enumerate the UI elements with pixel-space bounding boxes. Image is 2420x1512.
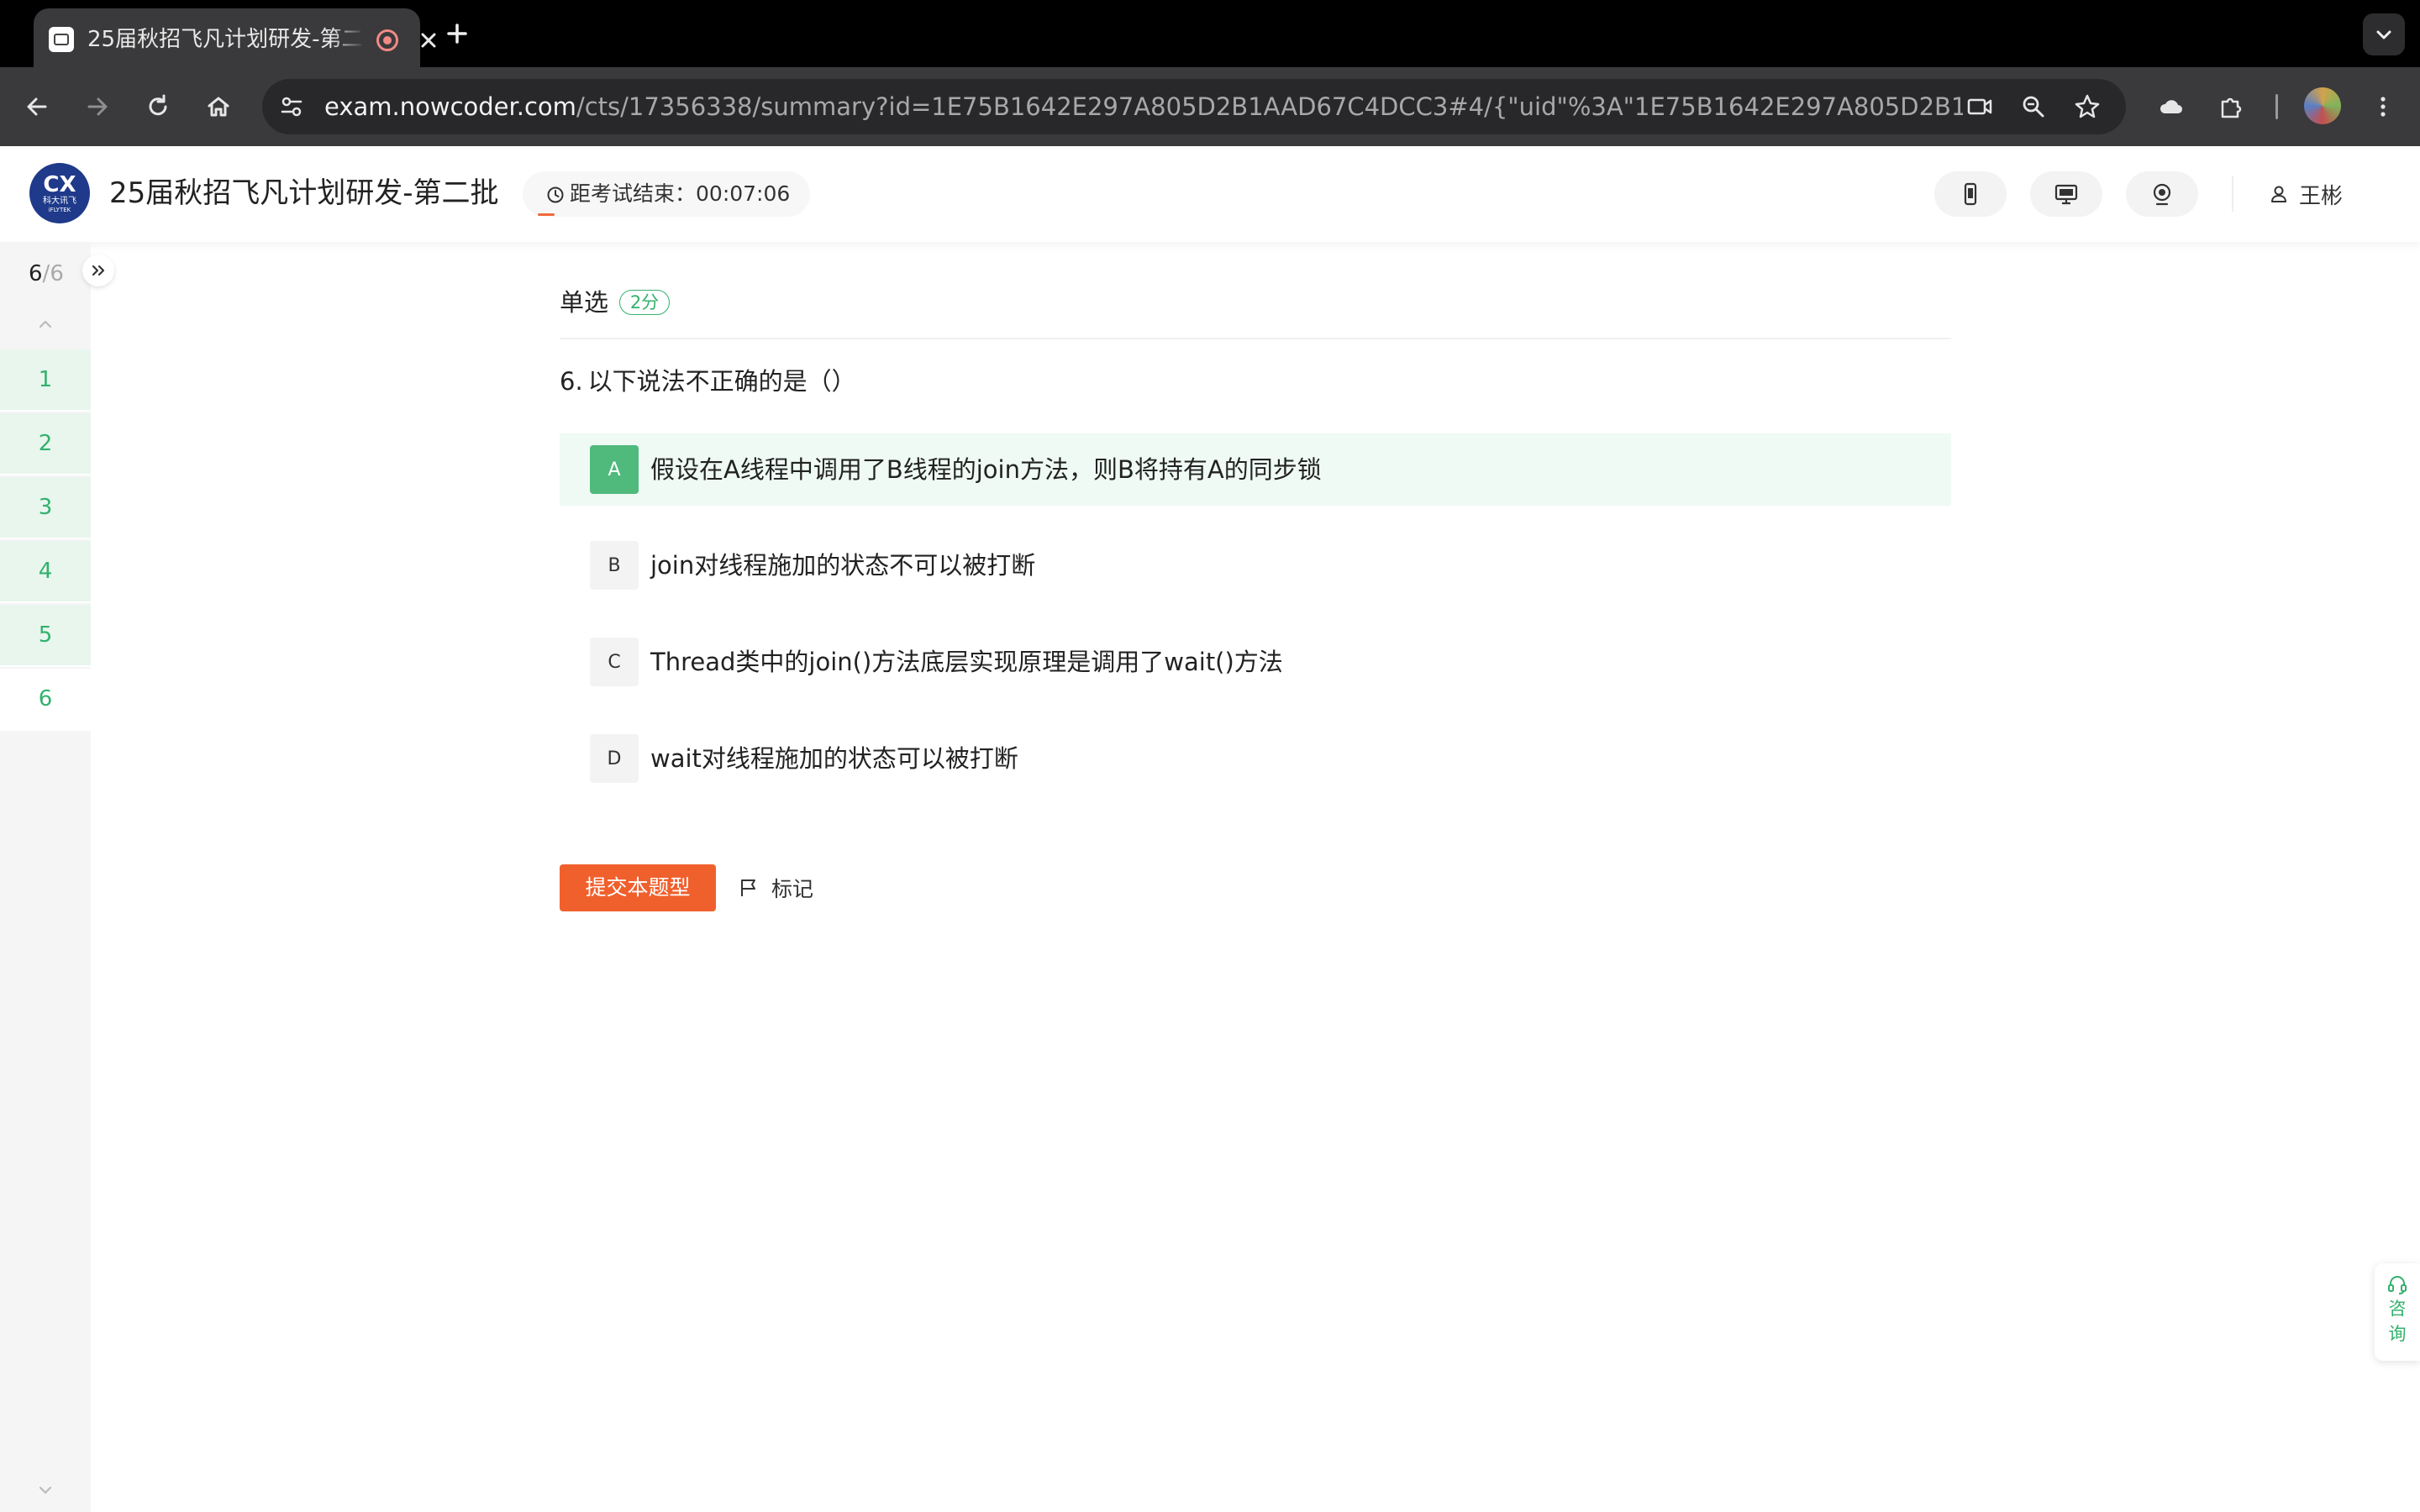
option-b[interactable]: Bjoin对线程施加的状态不可以被打断 [560,529,1951,601]
tab-search-chevron-icon[interactable] [2363,13,2405,55]
option-text: join对线程施加的状态不可以被打断 [650,551,1036,580]
option-text: 假设在A线程中调用了B线程的join方法，则B将持有A的同步锁 [650,455,1322,484]
expand-sidebar-button[interactable] [82,255,114,286]
kebab-menu-icon[interactable] [2363,87,2403,127]
address-bar[interactable]: exam.nowcoder.com/cts/17356338/summary?i… [262,79,2126,134]
question-nav-item[interactable]: 4 [0,541,91,603]
browser-tab[interactable]: 25届秋招飞凡计划研发-第二批 [34,8,436,67]
camera-monitor-button[interactable] [2126,171,2198,217]
double-chevron-right-icon [92,265,105,276]
reload-icon[interactable] [138,87,178,127]
phone-icon [1964,182,1977,206]
iflytek-logo: CX 科大讯飞 iFLYTEK [29,163,90,223]
arrow-left-icon[interactable] [17,87,57,127]
consult-label-1: 咨 [2388,1299,2407,1319]
option-a[interactable]: A 假设在A线程中调用了B线程的join方法，则B将持有A的同步锁 [560,433,1951,506]
question-counter: 6/6 [29,260,64,287]
timer-label: 距考试结束： [570,181,697,206]
chevron-down-icon[interactable] [34,1478,57,1502]
exam-timer: 距考试结束：00:07:06 [523,171,810,217]
user-icon [2271,186,2286,202]
page-title: 25届秋招飞凡计划研发-第二批 [109,176,499,210]
timer-value: 00:07:06 [696,181,791,206]
browser-tab-bar: 25届秋招飞凡计划研发-第二批 [0,0,2420,67]
phone-monitor-button[interactable] [1934,171,2007,217]
nowcoder-favicon-icon [49,27,74,52]
option-text: Thread类中的join()方法底层实现原理是调用了wait()方法 [650,648,1283,676]
logo-mark: CX [43,171,76,197]
consult-widget[interactable]: 咨 询 [2375,1263,2420,1361]
toolbar-divider [2275,94,2278,119]
zoom-icon[interactable] [2013,87,2054,127]
webcam-icon [2153,183,2171,206]
consult-label-2: 询 [2388,1324,2407,1344]
home-icon[interactable] [198,87,239,127]
option-text: wait对线程施加的状态可以被打断 [650,744,1018,773]
screen-monitor-button[interactable] [2030,171,2102,217]
option-d[interactable]: Dwait对线程施加的状态可以被打断 [560,722,1951,795]
star-icon[interactable] [2067,87,2107,127]
flag-icon [741,879,755,896]
question-text: 以下说法不正确的是（） [587,367,856,396]
new-tab-plus-icon[interactable] [440,17,474,50]
url-text[interactable]: exam.nowcoder.com/cts/17356338/summary?i… [324,79,1963,134]
option-c[interactable]: C Thread类中的join()方法底层实现原理是调用了wait()方法 [560,626,1951,698]
mark-question-button[interactable]: 标记 [738,864,813,911]
url-path: /cts/17356338/summary?id=1E75B1642E297A8… [576,92,1963,121]
url-host: exam.nowcoder.com [324,92,576,121]
video-camera-icon[interactable] [1960,87,2000,127]
question-type: 单选 [560,288,609,317]
logo-brand-en: iFLYTEK [48,206,71,213]
question-divider [560,338,1951,339]
question-score-badge: 2分 [619,290,670,315]
profile-avatar[interactable] [2304,87,2341,124]
question-nav-item[interactable]: 1 [0,349,91,412]
question-nav-item[interactable]: 6 [0,669,91,731]
question-nav-item[interactable]: 3 [0,477,91,539]
exam-header: CX 科大讯飞 iFLYTEK 25届秋招飞凡计划研发-第二批 距考试结束：00… [0,146,2420,242]
current-question: 6 [29,261,43,286]
cloud-icon[interactable] [2151,87,2191,127]
option-letter-badge: C [590,638,639,686]
chevron-up-icon[interactable] [34,312,57,336]
monitor-icon [2054,184,2078,205]
timer-progress [538,213,555,216]
clock-icon [546,186,565,204]
option-letter-badge: B [590,541,639,590]
tune-icon[interactable] [274,89,309,124]
arrow-right-icon[interactable] [77,87,118,127]
recording-icon [376,29,398,51]
question-nav-item[interactable]: 2 [0,413,91,475]
browser-toolbar: exam.nowcoder.com/cts/17356338/summary?i… [0,67,2420,146]
question-nav-item[interactable]: 5 [0,605,91,667]
puzzle-icon[interactable] [2212,87,2252,127]
logo-brand: 科大讯飞 [43,196,76,206]
user-menu[interactable]: 王彬 [2269,171,2343,217]
mark-label: 标记 [771,877,814,901]
user-name: 王彬 [2299,183,2344,209]
option-letter-badge: A [590,445,639,494]
question-stem: 6. 以下说法不正确的是（） [560,365,856,398]
header-divider [2232,176,2233,212]
option-letter-badge: D [590,734,639,783]
total-questions: 6 [50,261,64,286]
tab-title: 25届秋招飞凡计划研发-第二批 [87,25,365,54]
headset-icon [2388,1276,2407,1294]
question-navigator: 6/6 123456 [0,242,91,1512]
submit-section-button[interactable]: 提交本题型 [560,864,716,911]
counter-separator: / [42,261,50,286]
question-number: 6. [560,367,583,396]
tab-close-icon[interactable] [413,25,444,55]
